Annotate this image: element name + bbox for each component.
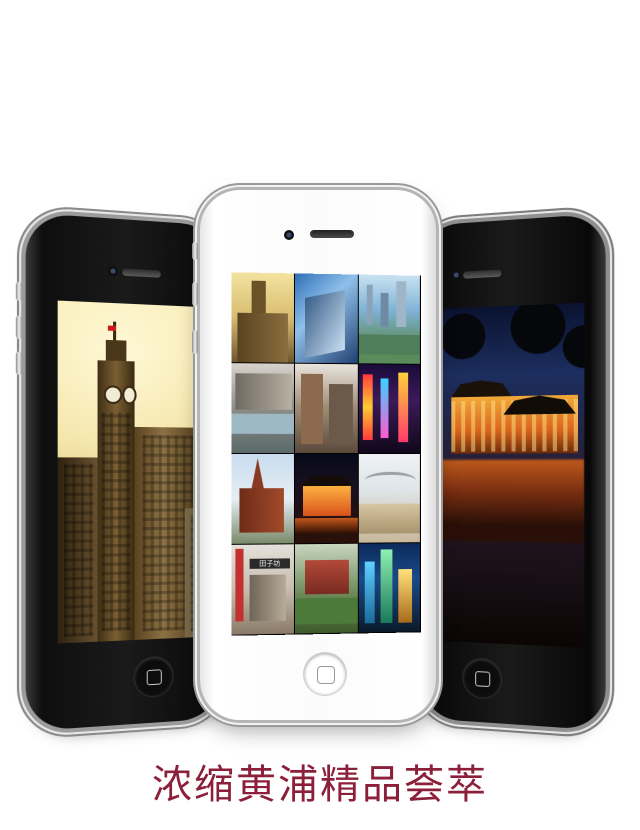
clock-face-side xyxy=(122,385,137,405)
home-square-icon xyxy=(146,669,162,686)
tile-city-skyline-aerial xyxy=(358,274,421,365)
tile-old-street-buildings xyxy=(295,363,359,454)
volume-down-button xyxy=(15,351,23,375)
tile-modern-glass-building xyxy=(295,273,359,365)
tile-riverside-promenade xyxy=(358,454,421,544)
mute-switch xyxy=(15,281,23,302)
center-phone: 田子坊 xyxy=(192,190,436,720)
tile-skyscrapers-night xyxy=(358,543,421,634)
clock-face xyxy=(103,385,123,405)
tile-neon-shopping-street xyxy=(358,364,421,454)
earpiece xyxy=(122,268,161,278)
tile-street-with-fountain xyxy=(231,363,296,454)
tile-garden-villa xyxy=(295,543,359,635)
front-camera-icon xyxy=(451,269,462,281)
center-phone-screen: 田子坊 xyxy=(231,272,421,636)
volume-down-button xyxy=(192,330,198,354)
flag-icon xyxy=(107,325,117,331)
gate-sign-text: 田子坊 xyxy=(259,559,281,568)
earpiece xyxy=(310,230,354,238)
tile-old-lane-gate: 田子坊 xyxy=(231,544,296,636)
front-camera-icon xyxy=(107,265,119,277)
tile-church-spire xyxy=(231,454,296,545)
earpiece xyxy=(463,269,502,279)
right-phone-screen-photo xyxy=(433,302,585,648)
caption-title: 浓缩黄浦精品荟萃 xyxy=(152,762,488,808)
tile-clock-tower-building xyxy=(231,272,296,364)
front-camera-icon xyxy=(284,230,294,240)
volume-up-button xyxy=(192,282,198,306)
volume-up-button xyxy=(15,315,23,340)
home-square-icon xyxy=(475,670,491,688)
mute-switch xyxy=(192,242,198,260)
left-phone-screen-photo xyxy=(57,300,211,644)
photo-grid: 田子坊 xyxy=(231,272,421,636)
right-phone xyxy=(420,213,606,731)
tile-lit-pavilion-night xyxy=(295,454,359,545)
home-square-icon xyxy=(317,666,335,684)
